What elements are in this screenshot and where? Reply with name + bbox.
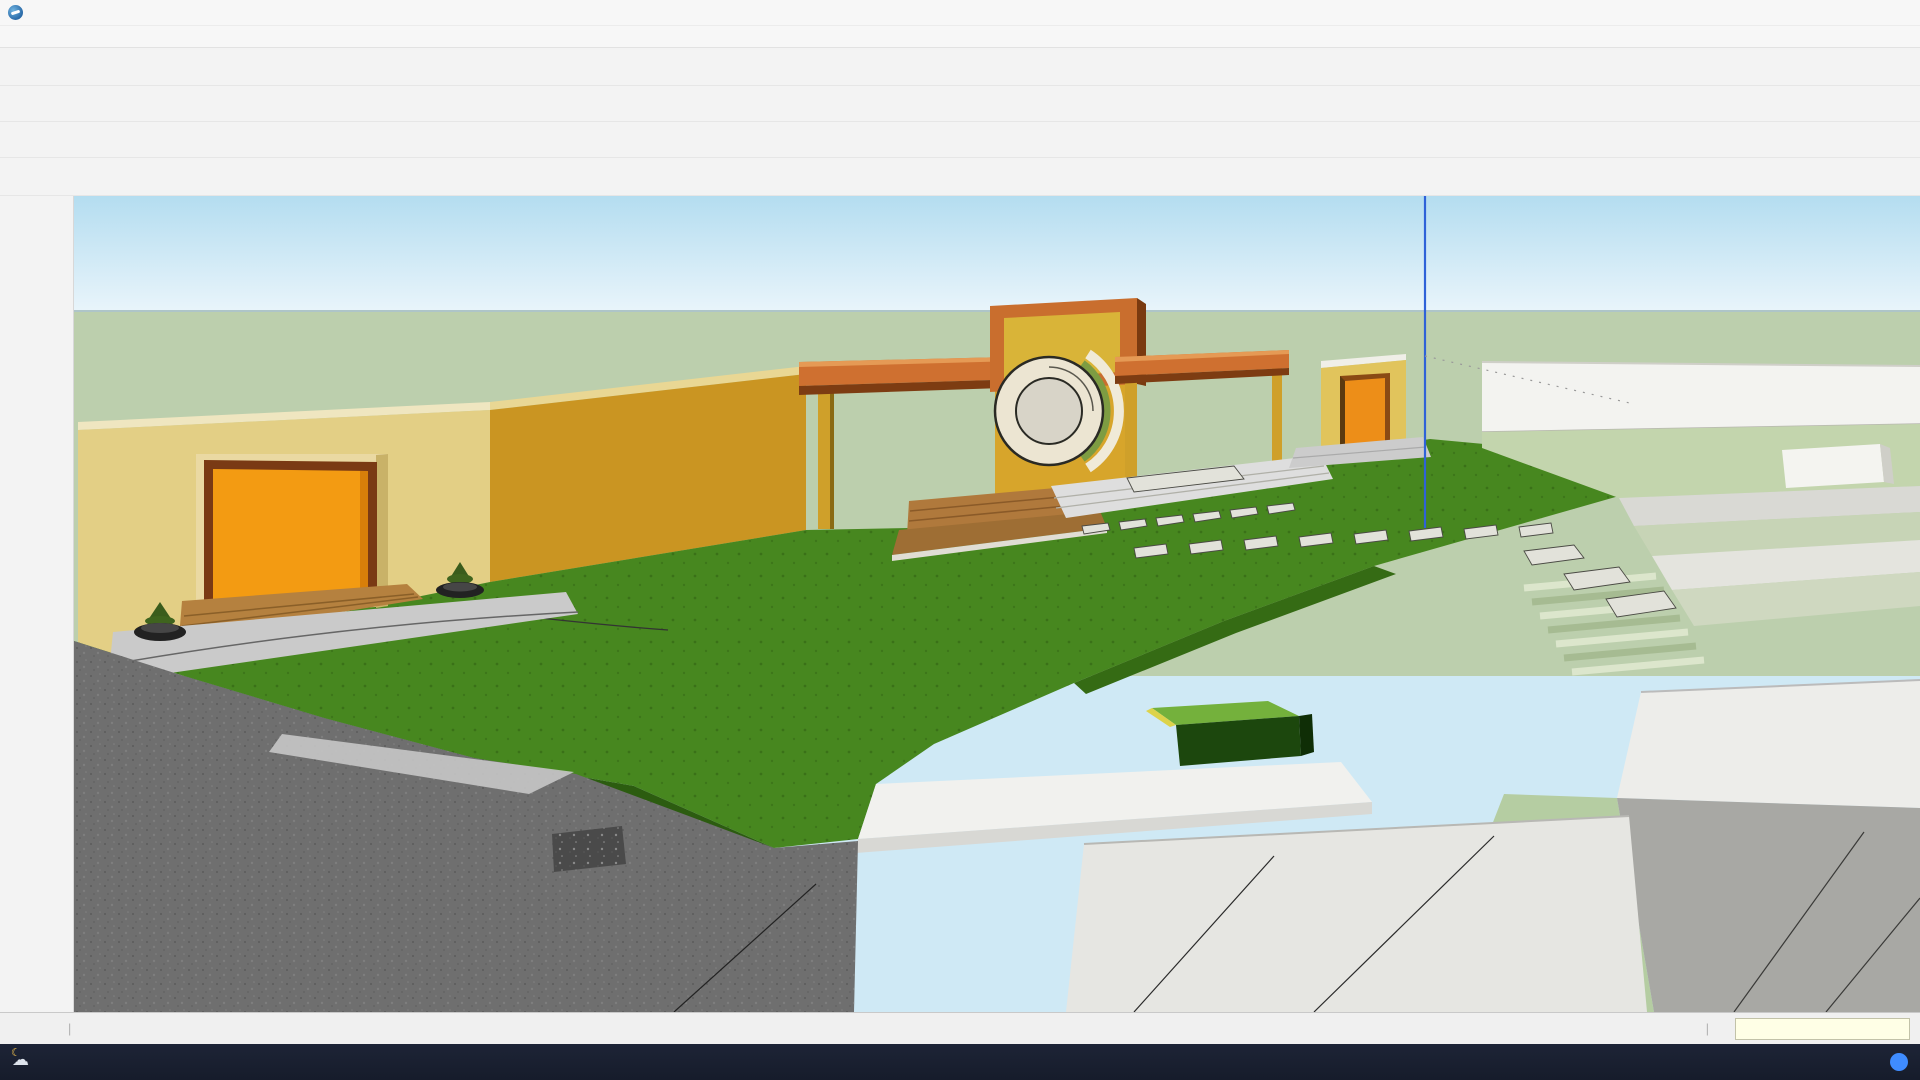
system-tray: [1868, 1053, 1920, 1071]
weather-widget[interactable]: ☁☾: [0, 1052, 240, 1072]
white-wall: [1482, 362, 1920, 432]
model-canvas: [74, 196, 1920, 1012]
menu-bar: [0, 26, 1920, 48]
weather-icon: ☁☾: [10, 1052, 34, 1072]
credits-info-icon[interactable]: [38, 1020, 56, 1038]
status-bar: | |: [0, 1012, 1920, 1044]
sketchup-app-icon: [8, 5, 23, 20]
fov-value-input[interactable]: [1735, 1018, 1910, 1040]
green-planter-box: [1146, 701, 1314, 766]
geolocation-icon[interactable]: [10, 1020, 28, 1038]
toolbar-row-4: [0, 158, 1920, 196]
toolbar-row-2: [0, 86, 1920, 122]
minimize-button[interactable]: [1788, 0, 1832, 25]
toolbar-row-3: [0, 122, 1920, 158]
toolbar-row-1: [0, 48, 1920, 86]
maximize-button[interactable]: [1832, 0, 1876, 25]
windows-taskbar: ☁☾: [0, 1044, 1920, 1080]
tool-palette: [0, 196, 74, 1012]
title-bar: [0, 0, 1920, 26]
3d-viewport[interactable]: [74, 196, 1920, 1012]
close-button[interactable]: [1876, 0, 1920, 25]
notification-count-badge[interactable]: [1890, 1053, 1908, 1071]
